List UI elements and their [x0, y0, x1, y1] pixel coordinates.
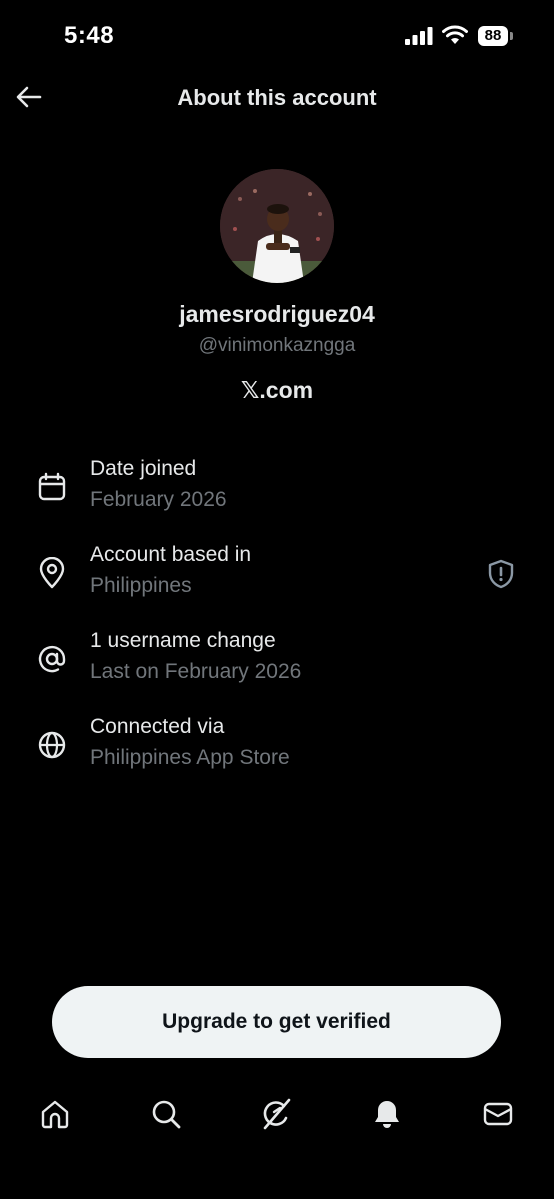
- nav-search[interactable]: [146, 1096, 186, 1136]
- battery-indicator: 88: [478, 26, 508, 46]
- info-row-date-joined: Date joined February 2026: [0, 457, 554, 527]
- status-time: 5:48: [64, 22, 115, 49]
- at-sign-icon: [36, 643, 68, 675]
- search-icon: [150, 1098, 182, 1135]
- info-subtitle: Last on February 2026: [90, 660, 302, 683]
- calendar-icon: [36, 471, 68, 503]
- battery-tip: [510, 32, 513, 40]
- nav-grok[interactable]: [256, 1096, 296, 1136]
- upgrade-button[interactable]: Upgrade to get verified: [52, 986, 501, 1058]
- wifi-icon: [442, 25, 468, 50]
- page-title: About this account: [177, 85, 377, 110]
- bell-icon: [371, 1098, 403, 1135]
- avatar[interactable]: [220, 169, 334, 283]
- platform-label: 𝕏.com: [240, 377, 314, 403]
- grok-icon: [259, 1097, 293, 1136]
- info-subtitle: February 2026: [90, 488, 227, 511]
- info-subtitle: Philippines App Store: [90, 746, 290, 769]
- info-title: 1 username change: [90, 629, 276, 652]
- location-pin-icon: [36, 557, 68, 589]
- handle: @vinimonkazngga: [198, 335, 356, 356]
- info-subtitle: Philippines: [90, 574, 192, 597]
- header: About this account: [0, 76, 554, 122]
- info-row-account-based-in: Account based in Philippines: [0, 543, 554, 613]
- info-row-username-change: 1 username change Last on February 2026: [0, 629, 554, 699]
- info-row-connected-via: Connected via Philippines App Store: [0, 715, 554, 785]
- globe-icon: [36, 729, 68, 761]
- status-bar: 5:48 88: [0, 0, 554, 72]
- display-name: jamesrodriguez04: [179, 301, 375, 327]
- nav-messages[interactable]: [478, 1096, 518, 1136]
- nav-notifications[interactable]: [367, 1096, 407, 1136]
- nav-home[interactable]: [35, 1096, 75, 1136]
- info-title: Connected via: [90, 715, 225, 738]
- info-title: Account based in: [90, 543, 252, 566]
- mail-icon: [482, 1098, 514, 1135]
- home-icon: [39, 1098, 71, 1135]
- cellular-signal-icon: [405, 27, 433, 50]
- bottom-nav: [0, 1090, 554, 1142]
- shield-alert-icon[interactable]: [484, 557, 518, 591]
- info-title: Date joined: [90, 457, 197, 480]
